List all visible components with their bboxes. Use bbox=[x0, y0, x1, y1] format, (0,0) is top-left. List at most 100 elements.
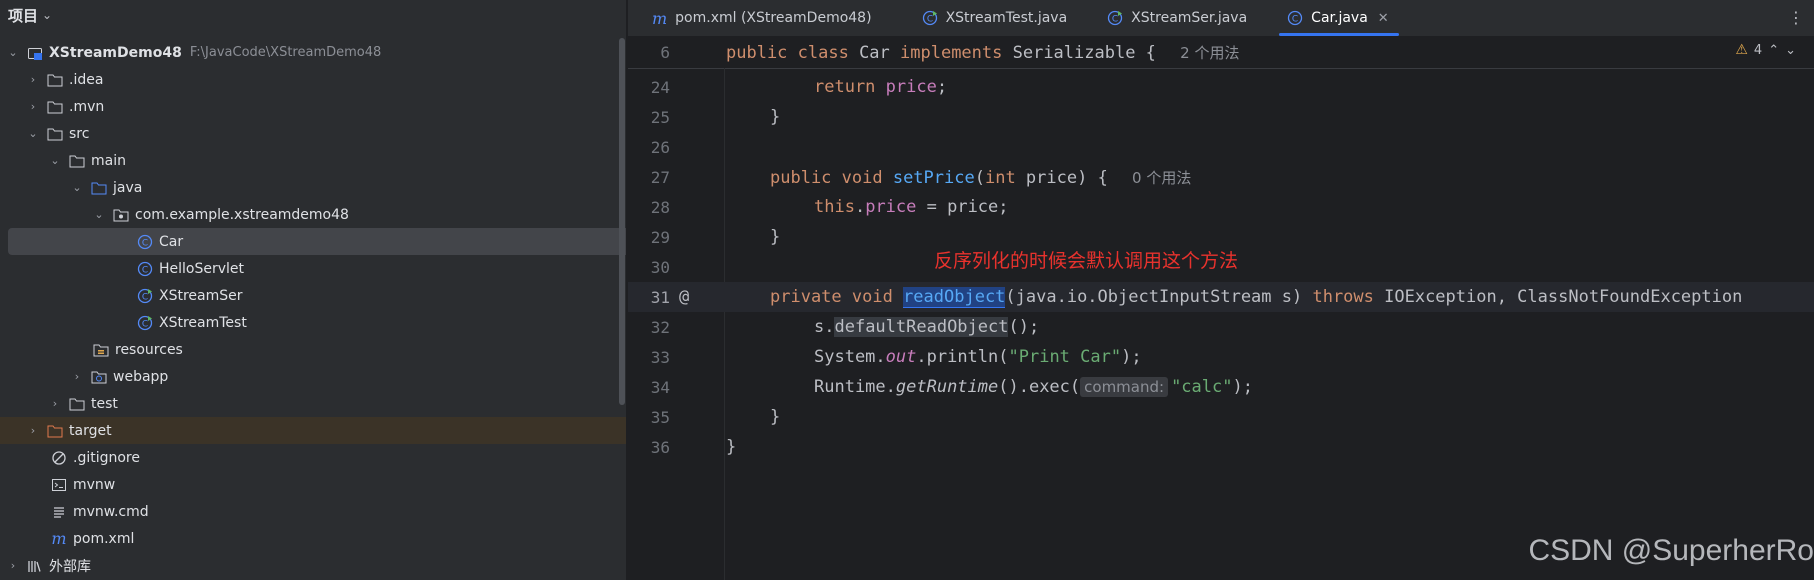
code-line-33[interactable]: 33 System.out.println("Print Car"); bbox=[628, 342, 1814, 372]
tree-item-idea[interactable]: › .idea bbox=[0, 66, 626, 93]
line-number: 25 bbox=[650, 107, 670, 127]
code-text: } bbox=[726, 437, 737, 457]
code-line-31[interactable]: 31 @ private void readObject(java.io.Obj… bbox=[628, 282, 1814, 312]
chevron-right-icon[interactable]: › bbox=[48, 397, 62, 410]
tree-item-java[interactable]: ⌄ java bbox=[0, 174, 626, 201]
close-icon[interactable]: ✕ bbox=[1378, 11, 1389, 26]
class-icon: C bbox=[136, 233, 154, 251]
tree-item-mvn[interactable]: › .mvn bbox=[0, 93, 626, 120]
more-vertical-icon[interactable]: ⋮ bbox=[1788, 8, 1804, 27]
tree-item-label: resources bbox=[115, 341, 183, 358]
tree-item-label: test bbox=[91, 395, 118, 412]
override-at-icon[interactable]: @ bbox=[679, 288, 697, 306]
watermark: CSDN @SuperherRo bbox=[1528, 534, 1814, 567]
code-line-34[interactable]: 34 Runtime.getRuntime().exec(command: "ca… bbox=[628, 372, 1814, 402]
chevron-right-icon[interactable]: › bbox=[26, 73, 40, 86]
tree-item-gitignore[interactable]: .gitignore bbox=[0, 444, 626, 471]
chevron-down-icon[interactable]: ⌄ bbox=[92, 208, 106, 221]
line-number: 24 bbox=[650, 77, 670, 97]
sidebar-scrollbar[interactable] bbox=[619, 38, 625, 405]
tree-item-xstreamtest[interactable]: C XStreamTest bbox=[0, 309, 626, 336]
resources-folder-icon bbox=[92, 341, 110, 359]
terminal-file-icon bbox=[50, 476, 68, 494]
code-text: s.defaultReadObject(); bbox=[814, 317, 1040, 337]
tree-item-label: java bbox=[113, 179, 143, 196]
tree-item-label: mvnw bbox=[73, 476, 116, 493]
code-line-28[interactable]: 28 this.price = price; bbox=[628, 192, 1814, 222]
svg-text:C: C bbox=[142, 265, 148, 275]
chevron-right-icon[interactable]: › bbox=[70, 370, 84, 383]
tree-item-mvnw[interactable]: mvnw bbox=[0, 471, 626, 498]
code-line-36[interactable]: 36 } bbox=[628, 432, 1814, 462]
chevron-right-icon[interactable]: › bbox=[6, 559, 20, 572]
line-number: 34 bbox=[650, 377, 670, 397]
code-text: Runtime.getRuntime().exec(command: "calc"… bbox=[814, 377, 1253, 397]
sticky-scroll-header[interactable]: 6 public class Car implements Serializab… bbox=[628, 36, 1814, 69]
project-panel-header[interactable]: 项目 ⌄ bbox=[0, 0, 626, 30]
folder-icon bbox=[46, 125, 64, 143]
text-file-icon bbox=[50, 503, 68, 521]
code-editor: m pom.xml (XStreamDemo48) C XStreamTest.… bbox=[628, 0, 1814, 580]
chevron-down-icon[interactable]: ⌄ bbox=[48, 154, 62, 167]
tree-item-project-root[interactable]: ⌄ XStreamDemo48 F:\JavaCode\XStreamDemo4… bbox=[0, 39, 626, 66]
editor-tab-bar: m pom.xml (XStreamDemo48) C XStreamTest.… bbox=[628, 0, 1814, 36]
tree-item-mvnw-cmd[interactable]: mvnw.cmd bbox=[0, 498, 626, 525]
tree-item-car[interactable]: C Car bbox=[8, 228, 626, 255]
tab-car-java[interactable]: C Car.java ✕ bbox=[1273, 0, 1405, 36]
line-number: 35 bbox=[650, 407, 670, 427]
code-line-27[interactable]: 27 public void setPrice(int price) { 0 个… bbox=[628, 162, 1814, 192]
project-panel-title[interactable]: 项目 bbox=[8, 5, 38, 26]
chevron-down-icon[interactable]: ⌄ bbox=[70, 181, 84, 194]
chevron-right-icon[interactable]: › bbox=[26, 100, 40, 113]
svg-text:C: C bbox=[142, 319, 148, 329]
tree-item-helloservlet[interactable]: C HelloServlet bbox=[0, 255, 626, 282]
svg-text:C: C bbox=[142, 292, 148, 302]
tab-pom-xml[interactable]: m pom.xml (XStreamDemo48) bbox=[638, 0, 888, 36]
tree-item-src[interactable]: ⌄ src bbox=[0, 120, 626, 147]
code-line-26[interactable]: 26 bbox=[628, 132, 1814, 162]
usage-hint: 2 个用法 bbox=[1180, 43, 1240, 62]
tree-item-main[interactable]: ⌄ main bbox=[0, 147, 626, 174]
tab-xstreamtest[interactable]: C XStreamTest.java bbox=[908, 0, 1084, 36]
tree-item-webapp[interactable]: › webapp bbox=[0, 363, 626, 390]
line-number: 36 bbox=[650, 437, 670, 457]
chevron-down-icon[interactable]: ⌄ bbox=[26, 127, 40, 140]
tab-xstreamser[interactable]: C XStreamSer.java bbox=[1093, 0, 1263, 36]
tree-item-label: XStreamTest bbox=[159, 314, 247, 331]
tree-item-resources[interactable]: resources bbox=[0, 336, 626, 363]
code-text: System.out.println("Print Car"); bbox=[814, 347, 1142, 367]
tree-item-pom[interactable]: m pom.xml bbox=[0, 525, 626, 552]
line-number: 26 bbox=[650, 137, 670, 157]
chevron-down-icon[interactable]: ⌄ bbox=[42, 8, 52, 22]
runnable-class-icon: C bbox=[136, 314, 154, 332]
tree-item-label: target bbox=[69, 422, 112, 439]
folder-icon bbox=[46, 71, 64, 89]
code-line-32[interactable]: 32 s.defaultReadObject(); bbox=[628, 312, 1814, 342]
code-line-25[interactable]: 25 } bbox=[628, 102, 1814, 132]
tree-item-external-libraries[interactable]: › 外部库 bbox=[0, 552, 626, 579]
tree-item-package[interactable]: ⌄ com.example.xstreamdemo48 bbox=[0, 201, 626, 228]
tree-item-path: F:\JavaCode\XStreamDemo48 bbox=[189, 45, 382, 60]
project-panel: 项目 ⌄ ⌄ XStreamDemo48 F:\JavaCode\XStream… bbox=[0, 0, 626, 580]
chevron-up-icon[interactable]: ⌃ bbox=[1768, 43, 1779, 58]
warning-icon: ⚠ bbox=[1735, 42, 1748, 58]
tree-item-target[interactable]: › target bbox=[0, 417, 626, 444]
code-text: public void setPrice(int price) { 0 个用法 bbox=[770, 167, 1192, 188]
line-number: 6 bbox=[660, 42, 670, 62]
maven-icon: m bbox=[652, 8, 668, 28]
chevron-right-icon[interactable]: › bbox=[26, 424, 40, 437]
chevron-down-icon[interactable]: ⌄ bbox=[1785, 43, 1796, 58]
chevron-down-icon[interactable]: ⌄ bbox=[6, 46, 20, 59]
tree-item-xstreamser[interactable]: C XStreamSer bbox=[0, 282, 626, 309]
code-text: } bbox=[770, 107, 781, 127]
svg-text:C: C bbox=[926, 15, 932, 25]
runnable-class-icon: C bbox=[136, 287, 154, 305]
code-line-35[interactable]: 35 } bbox=[628, 402, 1814, 432]
code-line-24[interactable]: 24 return price; bbox=[628, 72, 1814, 102]
tree-item-test[interactable]: › test bbox=[0, 390, 626, 417]
module-icon bbox=[26, 44, 44, 62]
svg-text:C: C bbox=[1112, 15, 1118, 25]
annotation-text: 反序列化的时候会默认调用这个方法 bbox=[934, 250, 1239, 272]
inspection-widget[interactable]: ⚠ 4 ⌃ ⌄ bbox=[1735, 42, 1796, 58]
code-line-6[interactable]: 6 public class Car implements Serializab… bbox=[628, 37, 1814, 67]
